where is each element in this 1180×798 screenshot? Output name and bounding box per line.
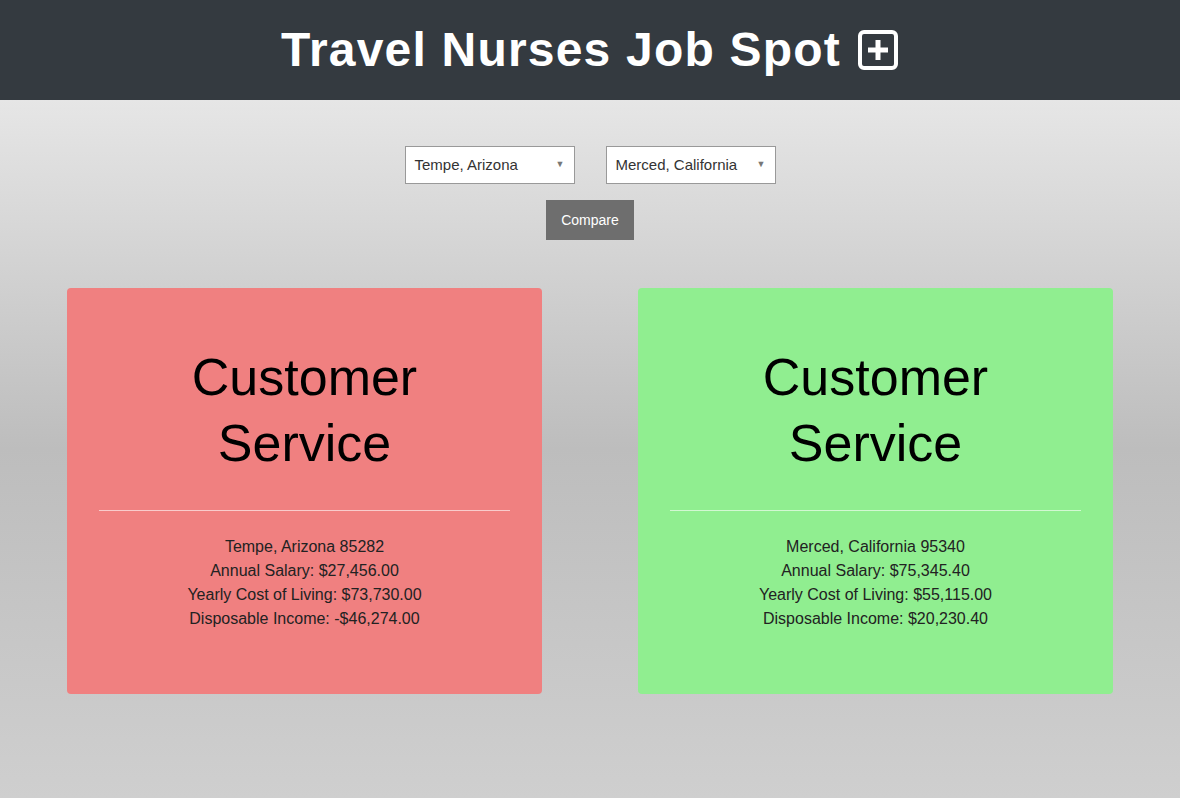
site-title: Travel Nurses Job Spot bbox=[281, 26, 841, 74]
job-title: Customer Service bbox=[99, 344, 510, 476]
dropdown-arrow-icon: ▼ bbox=[556, 158, 565, 172]
page-header: Travel Nurses Job Spot bbox=[0, 0, 1180, 100]
detail-line: Yearly Cost of Living: $73,730.00 bbox=[187, 583, 421, 607]
location-select[interactable]: Merced, California ▼ bbox=[606, 146, 776, 184]
location-select[interactable]: Tempe, Arizona ▼ bbox=[405, 146, 575, 184]
job-details: Merced, California 95340Annual Salary: $… bbox=[759, 535, 992, 631]
divider bbox=[99, 510, 510, 511]
compare-button[interactable]: Compare bbox=[546, 200, 634, 240]
job-card: Customer Service Tempe, Arizona 85282Annu… bbox=[67, 288, 542, 694]
detail-line: Merced, California 95340 bbox=[786, 535, 965, 559]
select-value: Tempe, Arizona bbox=[415, 154, 518, 177]
select-value: Merced, California bbox=[616, 154, 738, 177]
detail-line: Yearly Cost of Living: $55,115.00 bbox=[759, 583, 992, 607]
card-row: Customer ServiceTempe, Arizona 85282Annu… bbox=[67, 288, 1113, 694]
background-photo: Tempe, Arizona ▼ Merced, California ▼ Compar… bbox=[0, 100, 1180, 798]
detail-line: Annual Salary: $27,456.00 bbox=[210, 559, 399, 583]
job-details: Tempe, Arizona 85282Annual Salary: $27,4… bbox=[187, 535, 421, 631]
detail-line: Disposable Income: -$46,274.00 bbox=[189, 607, 419, 631]
dropdown-arrow-icon: ▼ bbox=[757, 158, 766, 172]
job-title: Customer Service bbox=[670, 344, 1081, 476]
detail-line: Annual Salary: $75,345.40 bbox=[781, 559, 970, 583]
job-card: Customer Service Merced, California 95340… bbox=[638, 288, 1113, 694]
plus-square-icon bbox=[857, 29, 899, 71]
detail-line: Tempe, Arizona 85282 bbox=[225, 535, 384, 559]
detail-line: Disposable Income: $20,230.40 bbox=[763, 607, 988, 631]
divider bbox=[670, 510, 1081, 511]
select-row: Tempe, Arizona ▼ Merced, California ▼ bbox=[405, 146, 776, 184]
